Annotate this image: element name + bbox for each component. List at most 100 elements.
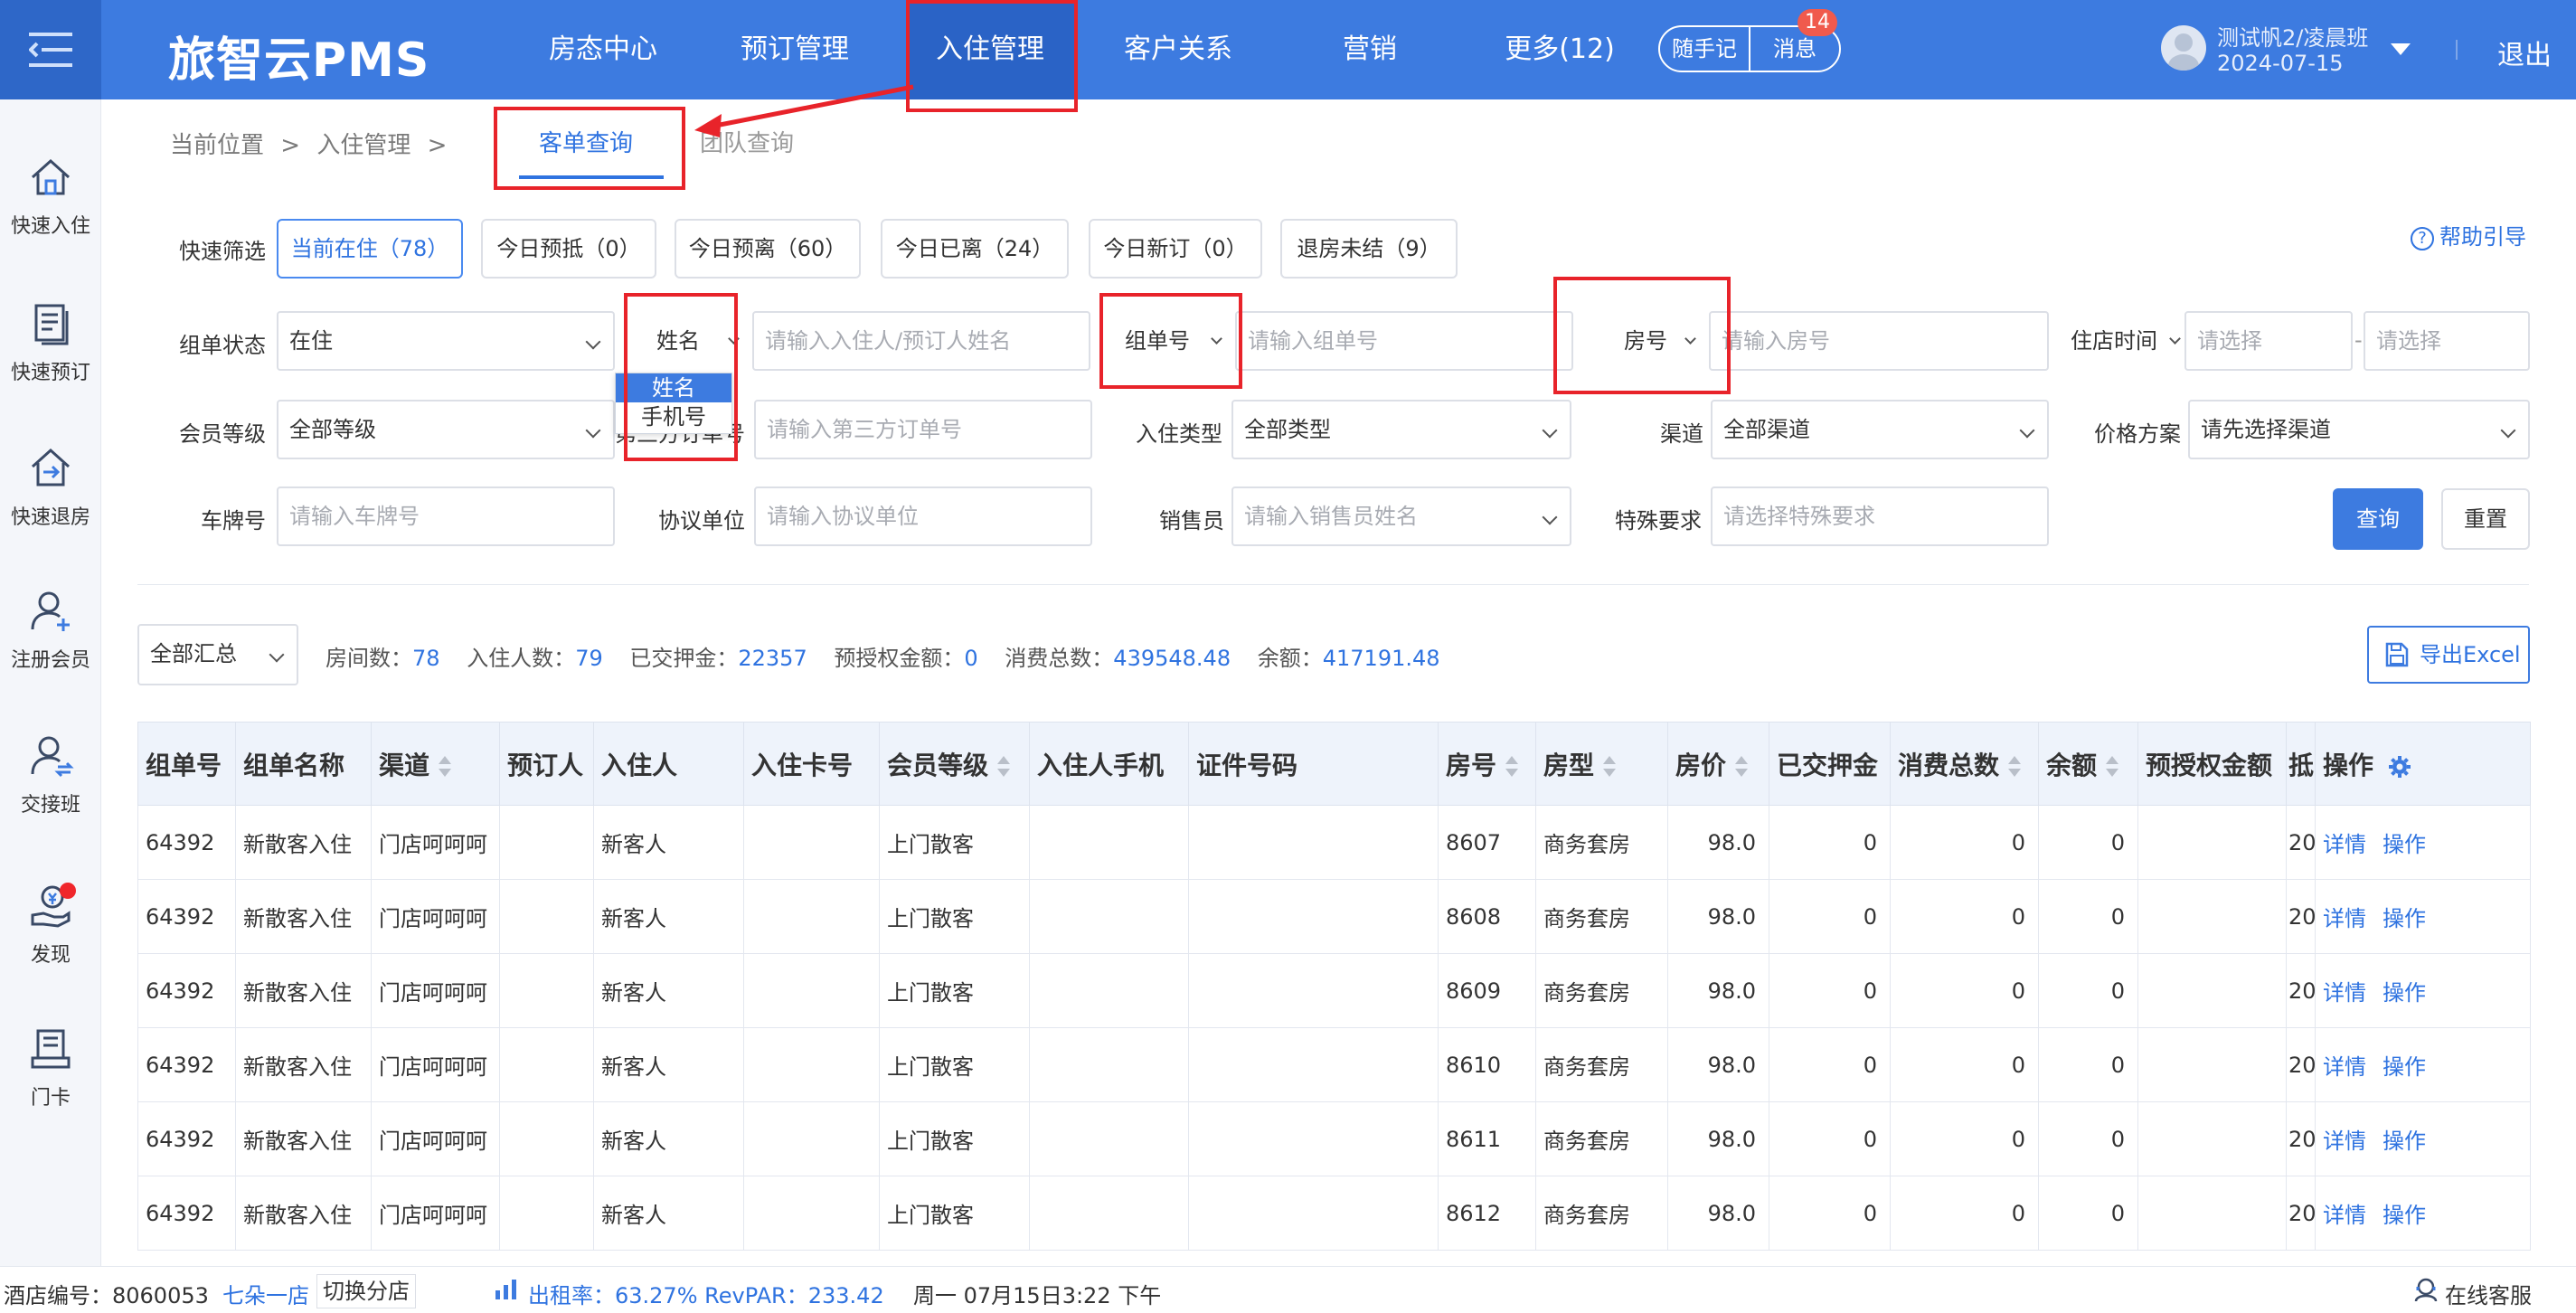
room-no-input[interactable]: 请输入房号 [1709, 311, 2049, 371]
date-start-input[interactable]: 请选择 [2184, 311, 2353, 371]
channel-select[interactable]: 全部渠道 [1711, 400, 2049, 459]
stat-preauth: 0 [964, 646, 978, 671]
sidebar-item-discover[interactable]: 发现 [0, 883, 101, 968]
sidebar-item-quick-booking[interactable]: 快速预订 [0, 300, 101, 385]
col-group-no: 组单号 [137, 722, 236, 806]
checkin-type-select[interactable]: 全部类型 [1231, 400, 1571, 459]
sort-icon[interactable] [2106, 755, 2119, 778]
sidebar-item-register-member[interactable]: 注册会员 [0, 588, 101, 673]
operate-link[interactable]: 操作 [2383, 1054, 2426, 1080]
chip-today-arrivals[interactable]: 今日预抵（0） [481, 219, 656, 279]
operate-link[interactable]: 操作 [2383, 832, 2426, 857]
breadcrumb-section[interactable]: 入住管理 [316, 132, 410, 159]
table-row[interactable]: 64392 新散客入住 门店呵呵呵 新客人 上门散客 8611 商务套房 98.0 0 0 0 20 详… [137, 1101, 2531, 1176]
user-name[interactable]: 测试帆2/凌晨班 [2217, 20, 2368, 52]
sort-icon[interactable] [1505, 755, 1519, 778]
tab-guest-order-query[interactable]: 客单查询 [539, 125, 633, 158]
room-no-type-select[interactable]: 房号 [1591, 311, 1705, 371]
reset-button[interactable]: 重置 [2441, 488, 2530, 550]
price-plan-select[interactable]: 请先选择渠道 [2188, 400, 2530, 459]
tab-group-query[interactable]: 团队查询 [700, 125, 794, 158]
table-row[interactable]: 64392 新散客入住 门店呵呵呵 新客人 上门散客 8612 商务套房 98.0 0 0 0 20 详… [137, 1176, 2531, 1251]
detail-link[interactable]: 详情 [2323, 980, 2366, 1006]
nav-reservations[interactable]: 预订管理 [718, 0, 872, 99]
chip-today-departures[interactable]: 今日预离（60） [675, 219, 861, 279]
user-avatar[interactable] [2161, 25, 2206, 71]
nav-checkin-management[interactable]: 入住管理 [906, 0, 1074, 99]
sidebar-item-door-card[interactable]: 门卡 [0, 1025, 101, 1110]
guest-name-input[interactable]: 请输入入住人/预订人姓名 [752, 311, 1090, 371]
sort-icon[interactable] [997, 755, 1011, 778]
detail-link[interactable]: 详情 [2323, 1054, 2366, 1080]
date-end-input[interactable]: 请选择 [2364, 311, 2530, 371]
name-type-select[interactable]: 姓名 [633, 311, 749, 371]
special-request-input[interactable]: 请选择特殊要求 [1711, 486, 2049, 546]
chip-today-departed[interactable]: 今日已离（24） [881, 219, 1069, 279]
menu-toggle-button[interactable] [0, 0, 101, 99]
sort-icon[interactable] [2008, 755, 2022, 778]
help-guide-link[interactable]: ? 帮助引导 [2411, 219, 2526, 250]
col-member-level[interactable]: 会员等级 [879, 722, 1030, 806]
table-cell: 商务套房 [1535, 1027, 1668, 1102]
sidebar-item-quick-checkout[interactable]: 快速退房 [0, 445, 101, 530]
logout-link[interactable]: 退出 [2497, 33, 2552, 72]
notebook-button[interactable]: 随手记 [1660, 27, 1749, 71]
member-level-select[interactable]: 全部等级 [277, 400, 615, 459]
detail-link[interactable]: 详情 [2323, 1129, 2366, 1154]
operate-link[interactable]: 操作 [2383, 906, 2426, 931]
nav-room-status[interactable]: 房态中心 [528, 0, 678, 99]
table-row[interactable]: 64392 新散客入住 门店呵呵呵 新客人 上门散客 8610 商务套房 98.0 0 0 0 20 详… [137, 1027, 2531, 1102]
hotel-name-link[interactable]: 七朵一店 [222, 1278, 309, 1309]
summary-scope-select[interactable]: 全部汇总 [137, 624, 298, 685]
nav-customer-relations[interactable]: 客户关系 [1101, 0, 1255, 99]
table-cell: 8608 [1438, 879, 1536, 954]
col-consumption[interactable]: 消费总数 [1890, 722, 2039, 806]
table-row[interactable]: 64392 新散客入住 门店呵呵呵 新客人 上门散客 8608 商务套房 98.0 0 0 0 20 详… [137, 879, 2531, 954]
nav-marketing[interactable]: 营销 [1302, 0, 1438, 99]
group-no-input[interactable]: 请输入组单号 [1235, 311, 1573, 371]
chip-checkout-unsettled[interactable]: 退房未结（9） [1280, 219, 1458, 279]
operate-link[interactable]: 操作 [2383, 980, 2426, 1006]
col-balance[interactable]: 余额 [2038, 722, 2138, 806]
sort-icon[interactable] [1603, 755, 1617, 778]
switch-branch-button[interactable]: 切换分店 [316, 1274, 416, 1308]
group-no-type-select[interactable]: 组单号 [1112, 311, 1231, 371]
online-service-link[interactable]: 在线客服 [2445, 1278, 2532, 1309]
dropdown-option-name[interactable]: 姓名 [616, 373, 731, 402]
table-cell: 新散客入住 [235, 953, 372, 1028]
col-room-price[interactable]: 房价 [1667, 722, 1769, 806]
detail-link[interactable]: 详情 [2323, 1203, 2366, 1228]
gear-icon[interactable] [2388, 755, 2411, 779]
dropdown-option-phone[interactable]: 手机号 [616, 402, 731, 431]
chevron-down-icon [585, 334, 601, 350]
detail-link[interactable]: 详情 [2323, 906, 2366, 931]
table-cell: 20 [2286, 805, 2316, 880]
salesperson-select[interactable]: 请输入销售员姓名 [1231, 486, 1571, 546]
table-row[interactable]: 64392 新散客入住 门店呵呵呵 新客人 上门散客 8609 商务套房 98.0 0 0 0 20 详… [137, 953, 2531, 1028]
sidebar-item-shift-handover[interactable]: 交接班 [0, 732, 101, 817]
plate-input[interactable]: 请输入车牌号 [277, 486, 615, 546]
nav-more[interactable]: 更多(12) [1483, 0, 1637, 99]
detail-link[interactable]: 详情 [2323, 832, 2366, 857]
order-status-select[interactable]: 在住 [277, 311, 615, 371]
operate-link[interactable]: 操作 [2383, 1203, 2426, 1228]
export-excel-button[interactable]: 导出Excel [2367, 626, 2530, 684]
col-room-type[interactable]: 房型 [1535, 722, 1668, 806]
operate-link[interactable]: 操作 [2383, 1129, 2426, 1154]
table-cell [743, 953, 880, 1028]
table-cell: 上门散客 [879, 953, 1030, 1028]
agreement-unit-input[interactable]: 请输入协议单位 [754, 486, 1092, 546]
stay-time-select[interactable]: 住店时间 [2058, 311, 2184, 371]
user-menu-caret-icon[interactable] [2391, 43, 2411, 55]
third-party-order-input[interactable]: 请输入第三方订单号 [754, 400, 1092, 459]
table-row[interactable]: 64392 新散客入住 门店呵呵呵 新客人 上门散客 8607 商务套房 98.0 0 0 0 20 详… [137, 805, 2531, 880]
sort-icon[interactable] [1735, 755, 1749, 778]
query-button[interactable]: 查询 [2333, 488, 2423, 550]
table-cell: 64392 [137, 1101, 236, 1176]
col-channel[interactable]: 渠道 [371, 722, 500, 806]
chip-today-new[interactable]: 今日新订（0） [1089, 219, 1262, 279]
sidebar-item-quick-checkin[interactable]: 快速入住 [0, 154, 101, 239]
sort-icon[interactable] [439, 755, 452, 778]
col-room-no[interactable]: 房号 [1438, 722, 1536, 806]
chip-current-in-house[interactable]: 当前在住（78） [277, 219, 463, 279]
